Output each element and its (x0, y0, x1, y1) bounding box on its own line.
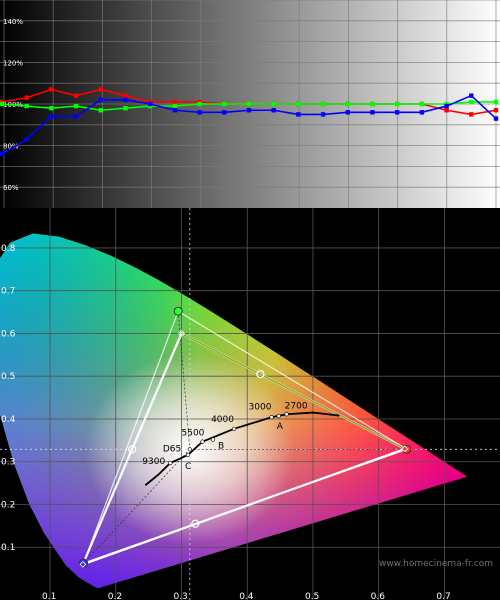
series-point (469, 99, 474, 105)
series-point (320, 112, 326, 117)
series-point (148, 101, 153, 107)
series-point (49, 105, 54, 111)
series-point (0, 101, 5, 107)
series-point (98, 97, 103, 103)
series-point (444, 108, 449, 113)
locus-label: D65 (163, 444, 181, 454)
series-point (395, 101, 400, 107)
locus-label: 4000 (211, 415, 234, 425)
x-tick-label: 0.5 (305, 592, 319, 600)
series-point (172, 99, 178, 105)
locus-point (187, 447, 192, 452)
x-tick-label: 0.4 (239, 592, 254, 600)
y-tick-label: 0.5 (1, 372, 15, 382)
series-point (370, 101, 375, 107)
series-point (0, 151, 5, 157)
series-point (469, 112, 474, 117)
locus-label: C (185, 462, 191, 472)
series-point (271, 101, 276, 107)
series-point (246, 108, 252, 113)
series-point (98, 108, 103, 113)
y-tick-label: 140% (3, 18, 23, 26)
series-point (493, 116, 499, 121)
locus-label: 9300 (142, 457, 165, 467)
series-point (197, 101, 202, 107)
locus-point (284, 412, 289, 417)
series-point (49, 87, 54, 92)
series-point (345, 101, 350, 107)
locus-point (269, 415, 274, 420)
measured-primary-marker (79, 558, 89, 568)
locus-point (185, 452, 191, 457)
x-tick-label: 0.1 (42, 592, 56, 600)
series-point (73, 103, 79, 109)
locus-point (200, 439, 205, 444)
series-point (370, 110, 375, 115)
series-point (172, 108, 178, 113)
series-point (271, 108, 276, 113)
locus-label: 3000 (249, 402, 272, 412)
series-point (296, 112, 301, 117)
locus-label: 2700 (285, 401, 308, 411)
y-tick-label: 0.2 (1, 500, 15, 510)
locus-point (168, 460, 173, 466)
x-tick-label: 0.7 (436, 592, 450, 600)
series-point (320, 101, 326, 107)
locus-point (210, 437, 216, 442)
series-point (24, 95, 29, 100)
measured-primary-marker (173, 306, 183, 316)
locus-point (276, 413, 281, 419)
series-point (222, 110, 227, 115)
series-point (444, 103, 449, 109)
series-point (24, 103, 29, 109)
y-tick-label: 0.7 (1, 287, 15, 297)
series-point (98, 87, 103, 92)
series-point (246, 101, 252, 107)
series-point (419, 101, 425, 107)
series-point (24, 137, 29, 142)
y-tick-label: 120% (3, 59, 23, 67)
series-point (222, 101, 227, 107)
y-tick-label: 0.8 (1, 244, 16, 254)
series-point (296, 101, 301, 107)
series-point (419, 110, 425, 115)
locus-point (231, 426, 237, 431)
series-point (172, 103, 178, 109)
series-point (469, 93, 474, 98)
series-point (123, 93, 128, 98)
series-point (123, 97, 128, 103)
locus-label: A (277, 422, 284, 432)
y-tick-label: 0.6 (1, 329, 16, 339)
series-point (49, 114, 54, 119)
locus-label: 5500 (182, 429, 205, 439)
cie-chart: 9300 D65 C 5500 B 4000 3000 A 2700 0.1 0.2 0.3 0.4 0… (0, 208, 500, 600)
series-point (493, 108, 499, 113)
series-point (345, 110, 350, 115)
series-point (493, 99, 499, 105)
series-point (123, 105, 128, 111)
x-tick-label: 0.6 (371, 592, 386, 600)
x-tick-label: 0.2 (108, 592, 122, 600)
x-tick-label: 0.3 (173, 592, 187, 600)
y-tick-label: 60% (3, 184, 19, 192)
watermark: www.homecinema-fr.com (379, 559, 493, 569)
rgb-balance-chart: 140%120%100%80%60% (0, 0, 500, 208)
y-tick-label: 0.3 (1, 458, 15, 468)
locus-label: B (218, 441, 224, 451)
series-point (73, 93, 79, 98)
y-tick-label: 0.4 (1, 415, 16, 425)
series-point (73, 114, 79, 119)
series-point (395, 110, 400, 115)
y-tick-label: 0.1 (1, 543, 15, 553)
series-point (197, 110, 202, 115)
